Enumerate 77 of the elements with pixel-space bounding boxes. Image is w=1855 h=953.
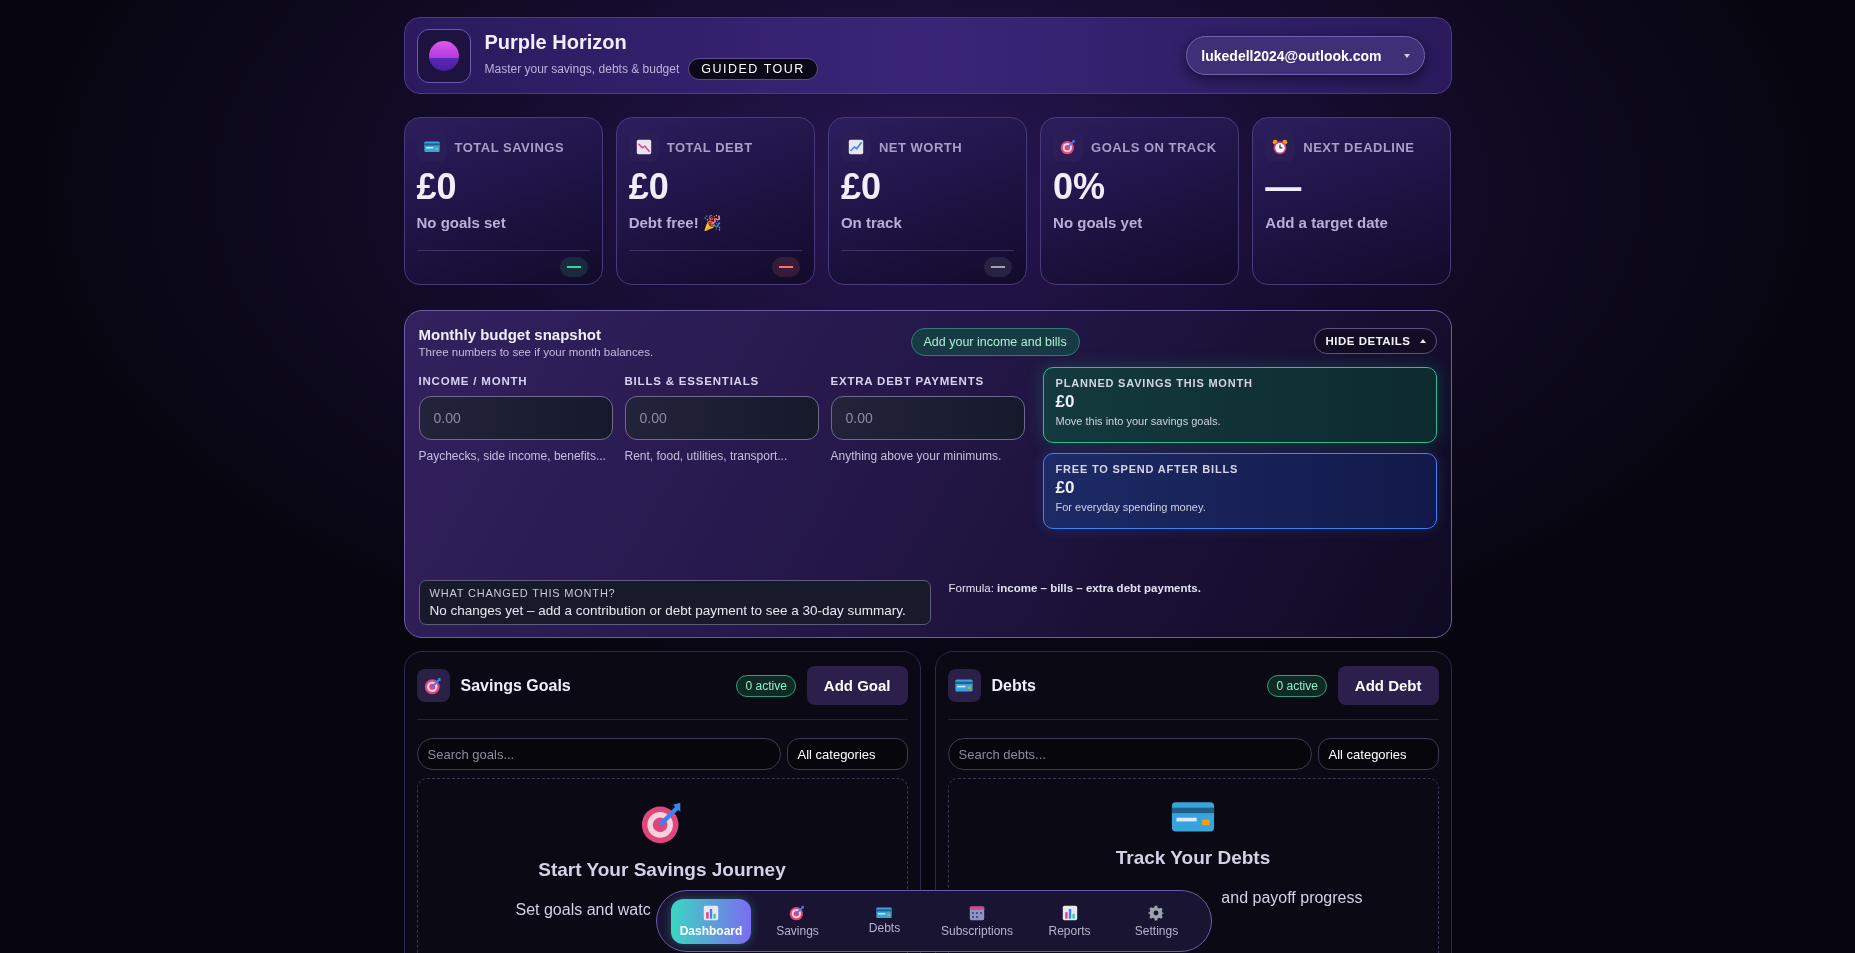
stat-value: £0 xyxy=(416,166,458,208)
rising-chart-icon xyxy=(847,139,864,155)
falling-chart-icon xyxy=(635,139,652,155)
card-icon xyxy=(1171,801,1215,833)
stat-value: £0 xyxy=(628,166,670,208)
stat-note: No goals set xyxy=(416,214,507,231)
amount-field[interactable]: 0.00 xyxy=(624,396,819,440)
field-hint: Paychecks, side income, benefits... xyxy=(418,449,607,464)
amount-field[interactable]: 0.00 xyxy=(418,396,613,440)
stat-note: No goals yet xyxy=(1053,214,1144,231)
category-dropdown[interactable]: All categories xyxy=(786,738,908,770)
add-income-button[interactable]: Add your income and bills xyxy=(910,328,1080,356)
stat-label: GOALS ON TRACK xyxy=(1091,139,1217,155)
count-badge: 0 active xyxy=(1267,674,1327,697)
panel-title: Savings Goals xyxy=(460,676,572,695)
tagline: Master your savings, debts & budget xyxy=(484,62,680,76)
summary-label: FREE TO SPEND AFTER BILLS xyxy=(1055,463,1240,475)
stat-note: On track xyxy=(840,214,903,231)
guided-tour-button[interactable]: GUIDED TOUR xyxy=(688,58,818,80)
summary-note: Move this into your savings goals. xyxy=(1055,415,1222,427)
hide-details-button[interactable]: HIDE DETAILS xyxy=(1314,328,1437,354)
add-button[interactable]: Add Debt xyxy=(1337,666,1439,705)
empty-text: and payoff progress xyxy=(1221,888,1363,907)
summary-value: £0 xyxy=(1055,392,1076,412)
card-icon xyxy=(955,679,973,692)
field-hint: Rent, food, utilities, transport... xyxy=(624,449,789,464)
stat-label: NET WORTH xyxy=(878,139,963,155)
search-field[interactable]: Search goals... xyxy=(416,738,781,770)
settings-icon xyxy=(1148,904,1165,921)
panel-subtitle: Three numbers to see if your month balances. xyxy=(418,346,655,358)
stat-note: Debt free! 🎉 xyxy=(628,214,723,232)
field-label: EXTRA DEBT PAYMENTS xyxy=(830,375,985,387)
empty-heading: Track Your Debts xyxy=(1115,846,1271,869)
field-label: BILLS & ESSENTIALS xyxy=(624,375,761,387)
category-dropdown[interactable]: All categories xyxy=(1317,738,1439,770)
changes-text: No changes yet – add a contribution or debt payment to see a 30-day summary. xyxy=(429,603,907,618)
account-dropdown[interactable]: lukedell2024@outlook.com xyxy=(1186,36,1425,75)
nav-tab[interactable]: Debts xyxy=(844,900,925,942)
alarm-clock-icon xyxy=(1272,139,1289,155)
card-icon xyxy=(423,141,440,153)
search-field[interactable]: Search debts... xyxy=(947,738,1312,770)
amount-field[interactable]: 0.00 xyxy=(830,396,1025,440)
summary-value: £0 xyxy=(1055,478,1076,498)
add-button[interactable]: Add Goal xyxy=(806,666,908,705)
target-icon xyxy=(1060,139,1077,155)
summary-note: For everyday spending money. xyxy=(1055,501,1207,513)
card-icon xyxy=(876,906,893,919)
nav-tab[interactable]: Subscriptions xyxy=(930,898,1023,944)
stat-label: NEXT DEADLINE xyxy=(1303,139,1415,155)
panel-title: Monthly budget snapshot xyxy=(418,326,602,343)
count-badge: 0 active xyxy=(736,674,796,697)
stat-value: 0% xyxy=(1053,166,1107,208)
bar-chart-icon xyxy=(1061,904,1078,921)
field-hint: Anything above your minimums. xyxy=(830,449,1003,464)
stat-note: Add a target date xyxy=(1265,214,1389,231)
calendar-icon xyxy=(969,904,985,921)
nav-tab[interactable]: Settings xyxy=(1116,898,1197,944)
panel-title: Debts xyxy=(991,676,1037,695)
app-logo-icon xyxy=(416,28,471,83)
caret-icon xyxy=(1403,53,1410,58)
stat-value: — xyxy=(1265,166,1303,208)
empty-heading: Start Your Savings Journey xyxy=(538,859,786,881)
caret-icon xyxy=(1419,339,1426,343)
stat-value: £0 xyxy=(840,166,882,208)
bar-chart-icon xyxy=(703,904,719,921)
target-icon xyxy=(789,904,806,921)
formula-text: Formula: income – bills – extra debt payments. xyxy=(948,582,1201,594)
nav-tab[interactable]: Reports xyxy=(1029,898,1110,944)
stat-label: TOTAL SAVINGS xyxy=(454,139,565,155)
changes-label: WHAT CHANGED THIS MONTH? xyxy=(429,587,617,599)
stat-label: TOTAL DEBT xyxy=(666,139,753,155)
summary-label: PLANNED SAVINGS THIS MONTH xyxy=(1055,377,1254,389)
empty-text: Set goals and watc xyxy=(515,901,651,919)
field-label: INCOME / MONTH xyxy=(418,375,529,387)
app-name: Purple Horizon xyxy=(484,31,628,54)
nav-tab[interactable]: Savings xyxy=(757,898,838,944)
target-icon xyxy=(424,676,442,695)
